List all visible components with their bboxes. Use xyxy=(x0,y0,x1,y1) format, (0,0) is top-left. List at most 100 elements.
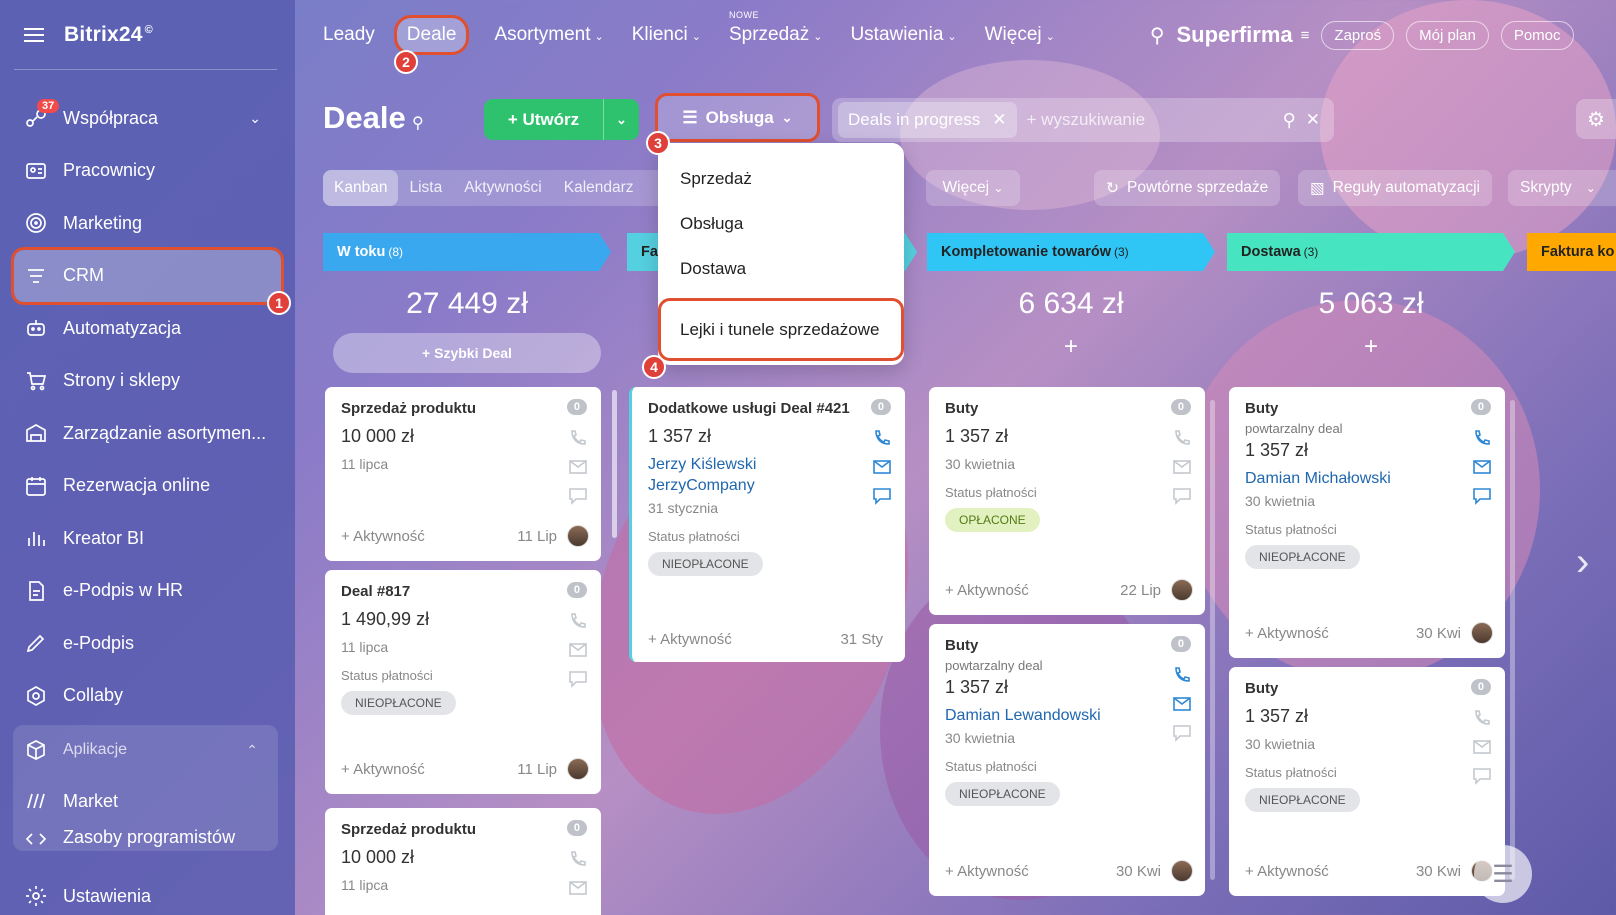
dropdown-item-obsluga[interactable]: Obsługa xyxy=(680,214,743,234)
column-header[interactable]: W toku (8) xyxy=(323,233,611,271)
sidebar-item-wspolpraca[interactable]: 37 Współpraca ⌄ xyxy=(0,92,295,145)
chevron-up-icon[interactable]: ⌃ xyxy=(246,742,258,759)
phone-icon[interactable] xyxy=(872,429,892,447)
status-badge[interactable]: NIEOPŁACONE xyxy=(341,691,456,715)
tab-kanban[interactable]: Kanban xyxy=(323,170,399,206)
tab-aktywnosci[interactable]: Aktywności xyxy=(453,170,553,206)
add-activity-link[interactable]: + Aktywność xyxy=(341,528,517,545)
mail-icon[interactable] xyxy=(1172,458,1192,476)
chat-icon[interactable] xyxy=(1472,487,1492,505)
mail-icon[interactable] xyxy=(1472,458,1492,476)
sidebar-item-pracownicy[interactable]: Pracownicy xyxy=(0,145,295,198)
deal-title[interactable]: Deal #817 xyxy=(341,583,585,600)
chat-icon[interactable] xyxy=(1172,724,1192,742)
nav-deale[interactable]: Deale xyxy=(393,15,470,55)
status-badge[interactable]: NIEOPŁACONE xyxy=(648,552,763,576)
add-activity-link[interactable]: + Aktywność xyxy=(648,631,840,648)
sidebar-item-ustawienia[interactable]: Ustawienia xyxy=(0,870,295,915)
sidebar-item-zasoby[interactable]: Zasoby programistów xyxy=(13,827,278,851)
phone-icon[interactable] xyxy=(1172,429,1192,447)
sidebar-item-epodpis-hr[interactable]: e-Podpis w HR xyxy=(0,565,295,618)
column-scrollbar[interactable] xyxy=(1510,400,1515,880)
dropdown-item-sprzedaz[interactable]: Sprzedaż xyxy=(680,169,752,189)
deal-card[interactable]: 0 Buty 1 357 zł 30 kwietnia Status płatn… xyxy=(1229,667,1505,896)
phone-icon[interactable] xyxy=(1472,429,1492,447)
add-activity-link[interactable]: + Aktywność xyxy=(1245,863,1416,880)
chat-icon[interactable] xyxy=(568,487,588,505)
add-deal-icon[interactable]: + xyxy=(1227,333,1515,373)
add-activity-link[interactable]: + Aktywność xyxy=(945,582,1120,599)
phone-icon[interactable] xyxy=(568,612,588,630)
deal-title[interactable]: Dodatkowe usługi Deal #421 xyxy=(648,400,889,417)
mail-icon[interactable] xyxy=(872,458,892,476)
deal-title[interactable]: Sprzedaż produktu xyxy=(341,400,585,417)
sidebar-item-asortyment[interactable]: Zarządzanie asortymen... xyxy=(0,407,295,460)
column-header[interactable]: Faktura ko xyxy=(1527,233,1616,271)
filter-chip[interactable]: Deals in progress ✕ xyxy=(838,102,1017,138)
dropdown-item-funnels-tunnels[interactable]: Lejki i tunele sprzedażowe xyxy=(658,298,904,361)
nav-klienci[interactable]: Klienci ⌄ xyxy=(632,24,701,46)
settings-sliders-icon[interactable]: ≡ xyxy=(1301,27,1310,44)
nav-ustawienia[interactable]: Ustawienia ⌄ xyxy=(850,24,956,46)
scroll-right-arrow-icon[interactable]: › xyxy=(1576,540,1589,585)
deal-card[interactable]: 0 Buty powtarzalny deal 1 357 zł Damian … xyxy=(1229,387,1505,658)
invite-button[interactable]: Zaproś xyxy=(1321,20,1395,50)
mail-icon[interactable] xyxy=(568,641,588,659)
mail-icon[interactable] xyxy=(568,879,588,897)
sidebar-item-automatyzacja[interactable]: Automatyzacja xyxy=(0,302,295,355)
dropdown-item-dostawa[interactable]: Dostawa xyxy=(680,259,746,279)
avatar[interactable] xyxy=(1471,622,1493,644)
search-icon[interactable]: ⚲ xyxy=(1283,110,1296,131)
deal-title[interactable]: Buty xyxy=(945,637,1189,654)
quick-deal-button[interactable]: + Szybki Deal xyxy=(333,333,601,373)
sidebar-item-market[interactable]: Market xyxy=(13,775,278,827)
deal-card[interactable]: 0 Deal #817 1 490,99 zł 11 lipca Status … xyxy=(325,570,601,794)
status-badge[interactable]: NIEOPŁACONE xyxy=(945,782,1060,806)
scripts-button[interactable]: Skrypty ⌄ xyxy=(1508,170,1616,206)
deal-title[interactable]: Buty xyxy=(1245,680,1489,697)
create-button[interactable]: + Utwórz ⌄ xyxy=(484,99,639,140)
avatar[interactable] xyxy=(1171,860,1193,882)
repeat-sales-button[interactable]: ↻ Powtórne sprzedaże xyxy=(1094,170,1281,206)
menu-icon[interactable] xyxy=(24,28,44,42)
status-badge[interactable]: NIEOPŁACONE xyxy=(1245,545,1360,569)
column-header[interactable]: Dostawa (3) xyxy=(1227,233,1515,271)
sidebar-item-collaby[interactable]: Collaby xyxy=(0,670,295,723)
tab-kalendarz[interactable]: Kalendarz xyxy=(553,170,645,206)
logo[interactable]: Bitrix24 © xyxy=(64,23,153,47)
deal-title[interactable]: Buty xyxy=(945,400,1189,417)
chevron-down-icon[interactable]: ⌄ xyxy=(603,99,639,140)
search-icon[interactable]: ⚲ xyxy=(1150,23,1165,48)
sidebar-item-kreator-bi[interactable]: Kreator BI xyxy=(0,512,295,565)
deal-card[interactable]: 0 Sprzedaż produktu 10 000 zł 11 lipca +… xyxy=(325,387,601,561)
deal-card[interactable]: 0 Buty 1 357 zł 30 kwietnia Status płatn… xyxy=(929,387,1205,615)
close-icon[interactable]: ✕ xyxy=(992,110,1006,129)
add-deal-icon[interactable]: + xyxy=(927,333,1215,373)
mail-icon[interactable] xyxy=(1472,738,1492,756)
phone-icon[interactable] xyxy=(1472,709,1492,727)
add-activity-link[interactable]: + Aktywność xyxy=(341,761,517,778)
contact-link[interactable]: Jerzy Kiślewski xyxy=(648,454,889,475)
sidebar-item-rezerwacja[interactable]: Rezerwacja online xyxy=(0,460,295,513)
add-activity-link[interactable]: + Aktywność xyxy=(1245,625,1416,642)
pipeline-selector-button[interactable]: ☰ Obsługa ⌄ xyxy=(655,93,820,142)
list-menu-icon[interactable]: ☰ xyxy=(1474,845,1532,903)
status-badge[interactable]: OPŁACONE xyxy=(945,508,1040,532)
my-plan-button[interactable]: Mój plan xyxy=(1406,20,1489,50)
avatar[interactable] xyxy=(567,758,589,780)
chat-icon[interactable] xyxy=(1172,487,1192,505)
nav-wiecej[interactable]: Więcej ⌄ xyxy=(985,24,1055,46)
phone-icon[interactable] xyxy=(568,850,588,868)
gear-icon[interactable]: ⚙ xyxy=(1576,99,1616,139)
tab-lista[interactable]: Lista xyxy=(398,170,453,206)
avatar[interactable] xyxy=(1171,579,1193,601)
mail-icon[interactable] xyxy=(1172,695,1192,713)
chat-icon[interactable] xyxy=(568,670,588,688)
help-button[interactable]: Pomoc xyxy=(1500,20,1574,50)
sidebar-item-crm[interactable]: CRM xyxy=(11,246,284,305)
deal-card[interactable]: 0 Dodatkowe usługi Deal #421 1 357 zł Je… xyxy=(629,387,905,662)
more-views-button[interactable]: Więcej ⌄ xyxy=(926,170,1020,206)
deal-title[interactable]: Buty xyxy=(1245,400,1489,417)
apps-header[interactable]: Aplikacje ⌃ xyxy=(13,725,278,775)
pin-icon[interactable]: ⚲ xyxy=(412,113,424,133)
